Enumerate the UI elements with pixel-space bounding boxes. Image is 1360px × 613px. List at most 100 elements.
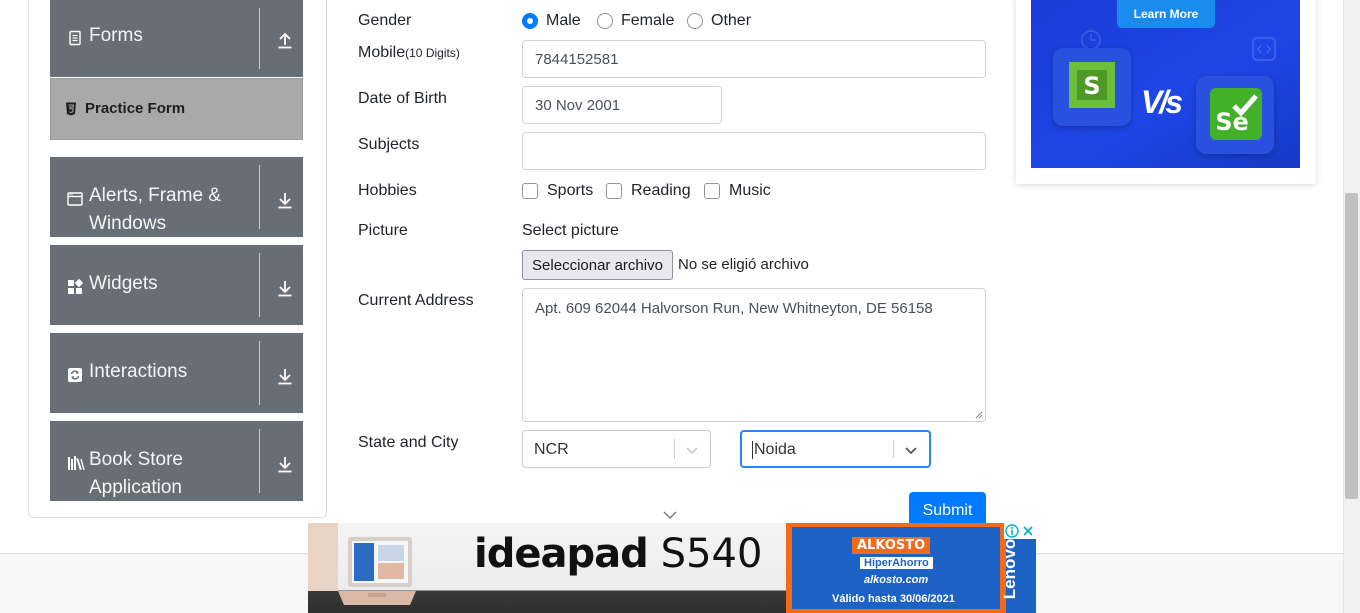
alkosto-validity: Válido hasta 30/06/2021 — [832, 593, 955, 605]
katalon-tile: S — [1053, 48, 1131, 126]
checkbox[interactable] — [522, 183, 538, 199]
city-select[interactable]: Noida — [740, 430, 931, 468]
sidebar-item-label: Practice Form — [85, 100, 186, 117]
mobile-label-text: Mobile — [358, 44, 406, 61]
alkosto-title: ALKOSTO — [852, 537, 931, 554]
window-icon — [67, 192, 83, 206]
sidebar-group-book-store[interactable]: Book Store Application — [50, 421, 303, 501]
resize-grip-icon[interactable] — [975, 411, 983, 419]
laptop-image — [338, 537, 416, 605]
dob-label: Date of Birth — [358, 90, 447, 107]
sidebar-group-forms[interactable]: Forms — [50, 0, 303, 77]
hobbies-label: Hobbies — [358, 182, 417, 199]
gender-radio-group: Male Female Other — [522, 12, 822, 30]
svg-text:S: S — [1083, 72, 1100, 100]
scroll-down-chevron-icon[interactable] — [662, 510, 678, 520]
divider — [893, 440, 894, 458]
model-name: S540 — [660, 531, 763, 577]
vendor-name: Lenovo — [1000, 538, 1020, 600]
chevron-down-icon[interactable] — [685, 443, 699, 457]
sidebar-group-label: Alerts, Frame & Windows — [89, 185, 221, 234]
download-arrow-icon[interactable] — [277, 367, 293, 385]
divider — [259, 165, 260, 229]
scrollbar-thumb[interactable] — [1345, 193, 1358, 499]
sidebar-group-label: Book Store Application — [89, 449, 183, 498]
ideapad-logo: ideapad S540 — [474, 531, 762, 577]
divider — [259, 8, 260, 69]
selenium-tile: Se — [1196, 76, 1274, 154]
html5-icon — [66, 102, 76, 116]
widgets-icon — [68, 279, 83, 294]
radio-label: Other — [711, 12, 752, 29]
hobby-option-music[interactable]: Music — [704, 182, 771, 200]
radio-label: Male — [546, 12, 581, 29]
chevron-down-icon[interactable] — [904, 443, 918, 457]
hobby-option-reading[interactable]: Reading — [606, 182, 691, 200]
gender-label: Gender — [358, 12, 412, 29]
mobile-label: Mobile(10 Digits) — [358, 44, 460, 62]
divider — [259, 253, 260, 317]
gender-option-other[interactable]: Other — [687, 12, 751, 30]
adchoices-icon[interactable] — [1004, 523, 1020, 539]
sidebar-group-alerts[interactable]: Alerts, Frame & Windows — [50, 157, 303, 237]
alkosto-tagline: HiperAhorro — [860, 557, 933, 569]
sidebar-group-interactions[interactable]: Interactions — [50, 333, 303, 413]
radio-button[interactable] — [687, 13, 703, 29]
hobby-option-sports[interactable]: Sports — [522, 182, 593, 200]
upload-arrow-icon[interactable] — [277, 31, 293, 49]
city-select-value: Noida — [752, 441, 796, 459]
brand-word: ideapad — [474, 531, 649, 577]
gender-option-female[interactable]: Female — [597, 12, 674, 30]
sidebar-group-label: Interactions — [89, 361, 188, 382]
address-textarea[interactable]: Apt. 609 62044 Halvorson Run, New Whitne… — [522, 288, 986, 422]
picture-label: Picture — [358, 222, 408, 239]
checkbox[interactable] — [606, 183, 622, 199]
books-icon — [68, 456, 85, 471]
mobile-input[interactable]: 7844152581 — [522, 40, 986, 78]
right-ad-banner[interactable]: Learn More S V/s Se — [1031, 0, 1300, 168]
picture-caption: Select picture — [522, 222, 619, 239]
state-select-value: NCR — [534, 441, 569, 458]
sidebar-group-label: Forms — [89, 25, 143, 46]
dob-input[interactable]: 30 Nov 2001 — [522, 86, 722, 124]
checkbox-label: Reading — [631, 182, 691, 199]
hobbies-checkbox-group: Sports Reading Music — [522, 182, 822, 200]
alkosto-promo[interactable]: ALKOSTO HiperAhorro alkosto.com Válido h… — [786, 523, 1006, 613]
state-select[interactable]: NCR — [522, 430, 711, 468]
download-arrow-icon[interactable] — [277, 191, 293, 209]
close-icon[interactable] — [1020, 523, 1036, 539]
document-icon — [69, 30, 81, 46]
file-status-text: No se eligió archivo — [678, 256, 809, 273]
sidebar-item-practice-form[interactable]: Practice Form — [50, 78, 303, 140]
divider — [259, 429, 260, 493]
katalon-logo-icon: S — [1069, 62, 1115, 108]
sidebar-group-label: Widgets — [89, 273, 158, 294]
radio-button[interactable] — [522, 13, 538, 29]
address-label: Current Address — [358, 292, 474, 309]
download-arrow-icon[interactable] — [277, 455, 293, 473]
checkbox[interactable] — [704, 183, 720, 199]
interactions-icon — [68, 368, 82, 382]
alkosto-url: alkosto.com — [864, 574, 929, 586]
mobile-hint: (10 Digits) — [405, 46, 460, 60]
address-text: Apt. 609 62044 Halvorson Run, New Whitne… — [535, 300, 933, 317]
gender-option-male[interactable]: Male — [522, 12, 581, 30]
download-arrow-icon[interactable] — [277, 279, 293, 297]
learn-more-button[interactable]: Learn More — [1117, 0, 1215, 28]
versus-text: V/s — [1141, 84, 1183, 120]
divider — [259, 341, 260, 405]
radio-button[interactable] — [597, 13, 613, 29]
bottom-ad-banner[interactable]: ideapad S540 ALKOSTO HiperAhorro alkosto… — [308, 523, 1036, 613]
divider — [674, 439, 675, 459]
checkbox-label: Music — [729, 182, 771, 199]
alkosto-panel: ALKOSTO HiperAhorro alkosto.com Válido h… — [792, 527, 1000, 609]
sidebar-group-widgets[interactable]: Widgets — [50, 245, 303, 325]
state-city-label: State and City — [358, 434, 459, 451]
subjects-input[interactable] — [522, 132, 986, 170]
selenium-logo-icon: Se — [1210, 88, 1262, 140]
checkbox-label: Sports — [547, 182, 594, 199]
subjects-label: Subjects — [358, 136, 420, 153]
code-icon — [1252, 37, 1276, 61]
choose-file-button[interactable]: Seleccionar archivo — [522, 250, 673, 280]
radio-label: Female — [621, 12, 675, 29]
